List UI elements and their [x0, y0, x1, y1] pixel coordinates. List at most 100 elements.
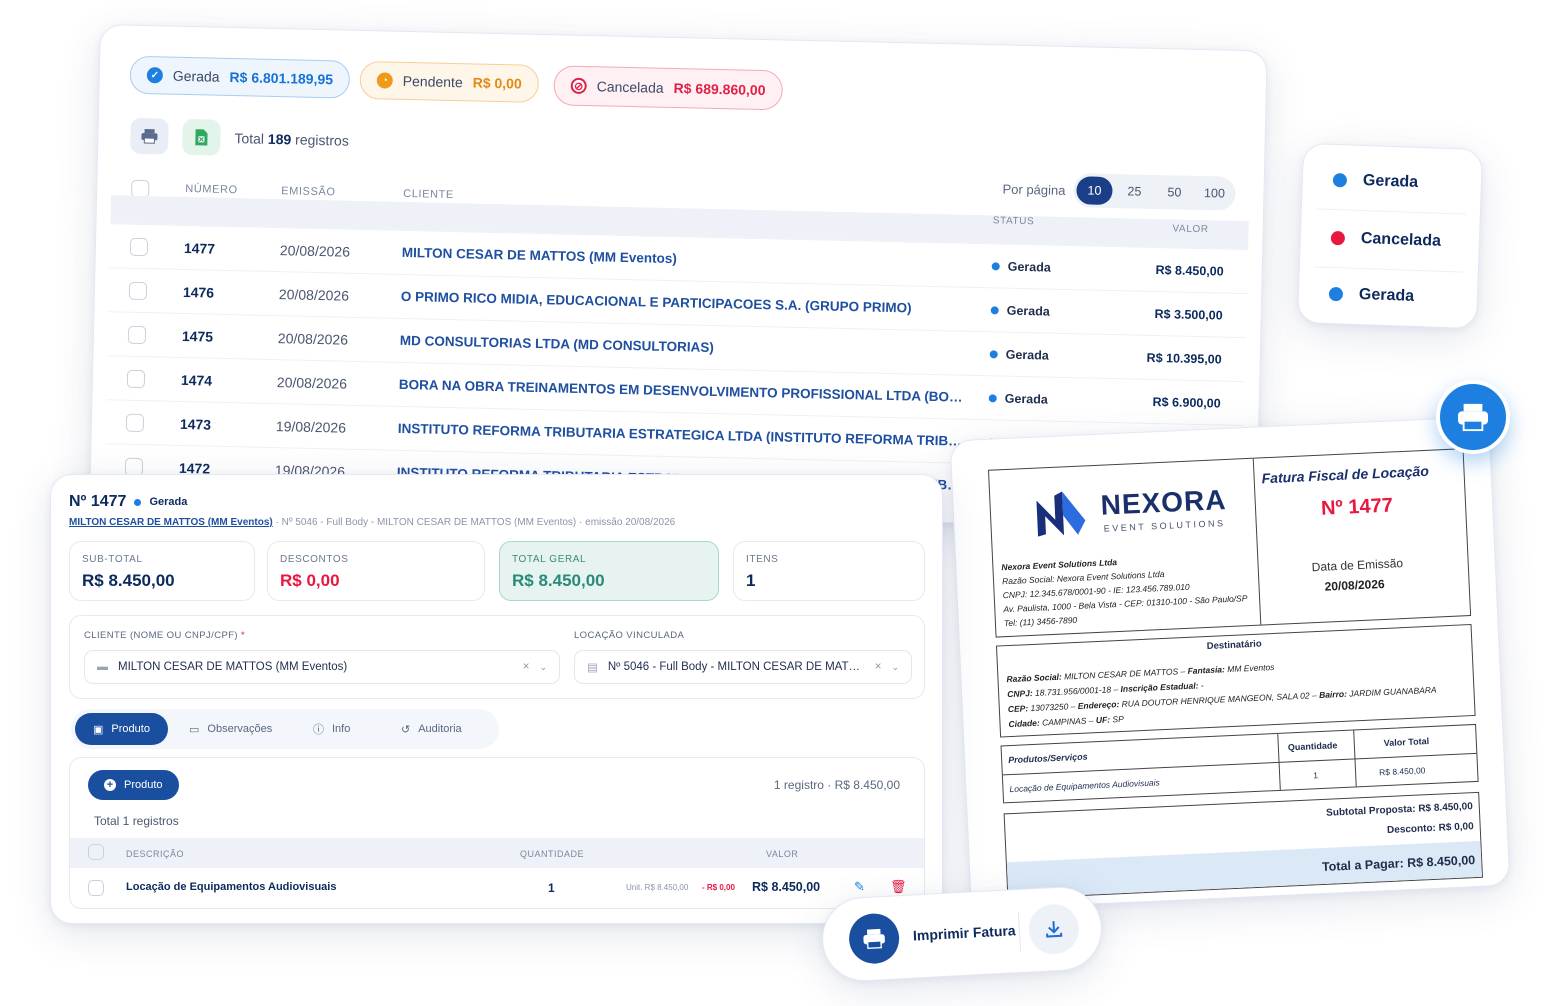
ban-icon: ⊘ — [570, 77, 587, 95]
client-field[interactable]: ▬ MILTON CESAR DE MATTOS (MM Eventos) × … — [84, 650, 560, 684]
select-all-items-checkbox[interactable] — [88, 844, 104, 860]
item-unit-price: Unit. R$ 8.450,00 — [626, 883, 689, 892]
doc-header-box: NEXORA EVENT SOLUTIONS Nexora Event Solu… — [987, 448, 1472, 638]
col-emissao: EMISSÃO — [281, 185, 336, 199]
id-card-icon: ▬ — [97, 661, 108, 673]
legend-dot — [1330, 230, 1346, 246]
stat-label: TOTAL GERAL — [512, 554, 587, 565]
print-invoice-button[interactable] — [847, 912, 901, 965]
r-label: Inscrição Estadual: — [1120, 680, 1199, 694]
rental-field-value: Nº 5046 - Full Body - MILTON CESAR DE MA… — [607, 661, 865, 673]
summary-cancelled-label: Cancelada — [596, 78, 664, 96]
r-value: CAMPINAS — [1041, 715, 1087, 728]
r-label: Cidade: — [1008, 717, 1040, 730]
status-dot — [989, 349, 998, 358]
divider — [1313, 266, 1464, 273]
col-valor: VALOR — [766, 849, 799, 859]
r-label: UF: — [1095, 714, 1111, 726]
row-valor: R$ 8.450,00 — [1155, 262, 1224, 279]
row-emissao: 20/08/2026 — [278, 285, 350, 304]
summary-generated-label: Gerada — [172, 67, 220, 85]
item-qty: 1 — [1312, 770, 1319, 781]
row-cliente[interactable]: BORA NA OBRA TREINAMENTOS EM DESENVOLVIM… — [399, 377, 971, 405]
tab-label: Observações — [207, 723, 273, 735]
row-checkbox[interactable] — [128, 281, 148, 300]
chevron-down-icon[interactable]: ⌄ — [891, 662, 899, 673]
info-icon: ⓘ — [313, 724, 324, 736]
row-checkbox[interactable] — [124, 457, 144, 476]
client-field-label: CLIENTE (NOME OU CNPJ/CPF) * — [84, 630, 246, 641]
r-value: 18.731.956/0001-18 — [1034, 684, 1112, 698]
tab-produto[interactable]: ▣ Produto — [75, 713, 168, 745]
row-checkbox[interactable] — [126, 369, 146, 388]
check-icon: ✓ — [146, 67, 164, 84]
row-numero: 1476 — [182, 283, 215, 301]
stat-value: R$ 0,00 — [280, 571, 340, 590]
col-numero: NÚMERO — [185, 182, 238, 197]
history-icon: ↺ — [401, 723, 411, 736]
add-product-label: Produto — [124, 779, 163, 791]
row-status-label: Gerada — [1006, 303, 1050, 319]
r-value: 13073250 — [1030, 701, 1069, 714]
legend-label: Cancelada — [1360, 229, 1442, 250]
printer-icon — [141, 129, 158, 144]
brand-name: NEXORA — [1100, 484, 1228, 521]
row-cliente[interactable]: MD CONSULTORIAS LTDA (MD CONSULTORIAS) — [400, 333, 972, 361]
recipient-details: Razão Social: MILTON CESAR DE MATTOS – F… — [1006, 661, 1437, 730]
summary-cancelled-value: R$ 689.860,00 — [673, 80, 766, 99]
doc-title: Fatura Fiscal de Locação — [1261, 462, 1430, 487]
clear-icon[interactable]: × — [523, 661, 530, 673]
item-value: R$ 8.450,00 — [752, 880, 821, 894]
chevron-down-icon[interactable]: ⌄ — [539, 662, 547, 673]
row-emissao: 20/08/2026 — [279, 241, 351, 260]
items-col-product: Produtos/Serviços — [1007, 751, 1088, 766]
legend-dot — [1328, 286, 1344, 302]
row-numero: 1475 — [181, 327, 214, 345]
tab-auditoria[interactable]: ↺ Auditoria — [383, 713, 480, 745]
print-invoice-bar: Imprimir Fatura — [819, 884, 1105, 984]
edit-icon[interactable]: ✎ — [854, 879, 865, 895]
stat-label: DESCONTOS — [280, 554, 349, 565]
divider — [1017, 911, 1022, 952]
row-cliente[interactable]: O PRIMO RICO MIDIA, EDUCACIONAL E PARTIC… — [401, 289, 973, 317]
row-cliente[interactable]: INSTITUTO REFORMA TRIBUTARIA ESTRATEGICA… — [398, 421, 970, 449]
detail-header: Nº 1477 Gerada — [69, 493, 187, 511]
print-fab-button[interactable] — [1436, 380, 1510, 454]
summary-generated-pill[interactable]: ✓ Gerada R$ 6.801.189,95 — [129, 55, 351, 99]
doc-number: Nº 1477 — [1320, 494, 1394, 520]
row-cliente[interactable]: MILTON CESAR DE MATTOS (MM Eventos) — [402, 245, 974, 273]
detail-status: Gerada — [149, 496, 188, 508]
row-status: Gerada — [991, 259, 1051, 274]
export-excel-button[interactable] — [182, 118, 221, 156]
row-checkbox[interactable] — [129, 237, 149, 256]
row-checkbox[interactable] — [88, 880, 104, 896]
legend-item: Cancelada — [1330, 229, 1442, 251]
row-emissao: 20/08/2026 — [277, 329, 349, 348]
divider — [1315, 208, 1466, 215]
trash-icon[interactable]: 🗑 — [890, 879, 907, 895]
r-value: - — [1200, 680, 1204, 691]
row-status: Gerada — [989, 347, 1049, 362]
r-label: CNPJ: — [1006, 687, 1033, 700]
summary-cancelled-pill[interactable]: ⊘ Cancelada R$ 689.860,00 — [553, 65, 783, 111]
clear-icon[interactable]: × — [875, 661, 882, 673]
total-count: 189 — [267, 130, 292, 148]
stat-value: R$ 8.450,00 — [82, 571, 175, 590]
add-product-button[interactable]: + Produto — [88, 770, 179, 800]
tab-observacoes[interactable]: ▭ Observações — [171, 713, 290, 745]
invoice-document-panel: NEXORA EVENT SOLUTIONS Nexora Event Solu… — [949, 415, 1511, 911]
download-button[interactable] — [1027, 902, 1081, 956]
client-link[interactable]: MILTON CESAR DE MATTOS (MM Eventos) — [69, 517, 273, 528]
items-col-qty: Quantidade — [1287, 740, 1338, 753]
print-list-button[interactable] — [130, 117, 169, 155]
status-dot — [990, 305, 999, 314]
row-valor: R$ 10.395,00 — [1146, 350, 1222, 367]
item-discount: - R$ 0,00 — [702, 883, 735, 892]
row-checkbox[interactable] — [127, 325, 147, 344]
rental-field[interactable]: ▤ Nº 5046 - Full Body - MILTON CESAR DE … — [574, 650, 912, 684]
row-checkbox[interactable] — [125, 413, 145, 432]
tab-info[interactable]: ⓘ Info — [295, 713, 368, 745]
summary-pending-pill[interactable]: ◔ Pendente R$ 0,00 — [359, 60, 540, 103]
records-summary: 1 registro · R$ 8.450,00 — [773, 778, 900, 792]
stat-value: 1 — [746, 571, 756, 590]
